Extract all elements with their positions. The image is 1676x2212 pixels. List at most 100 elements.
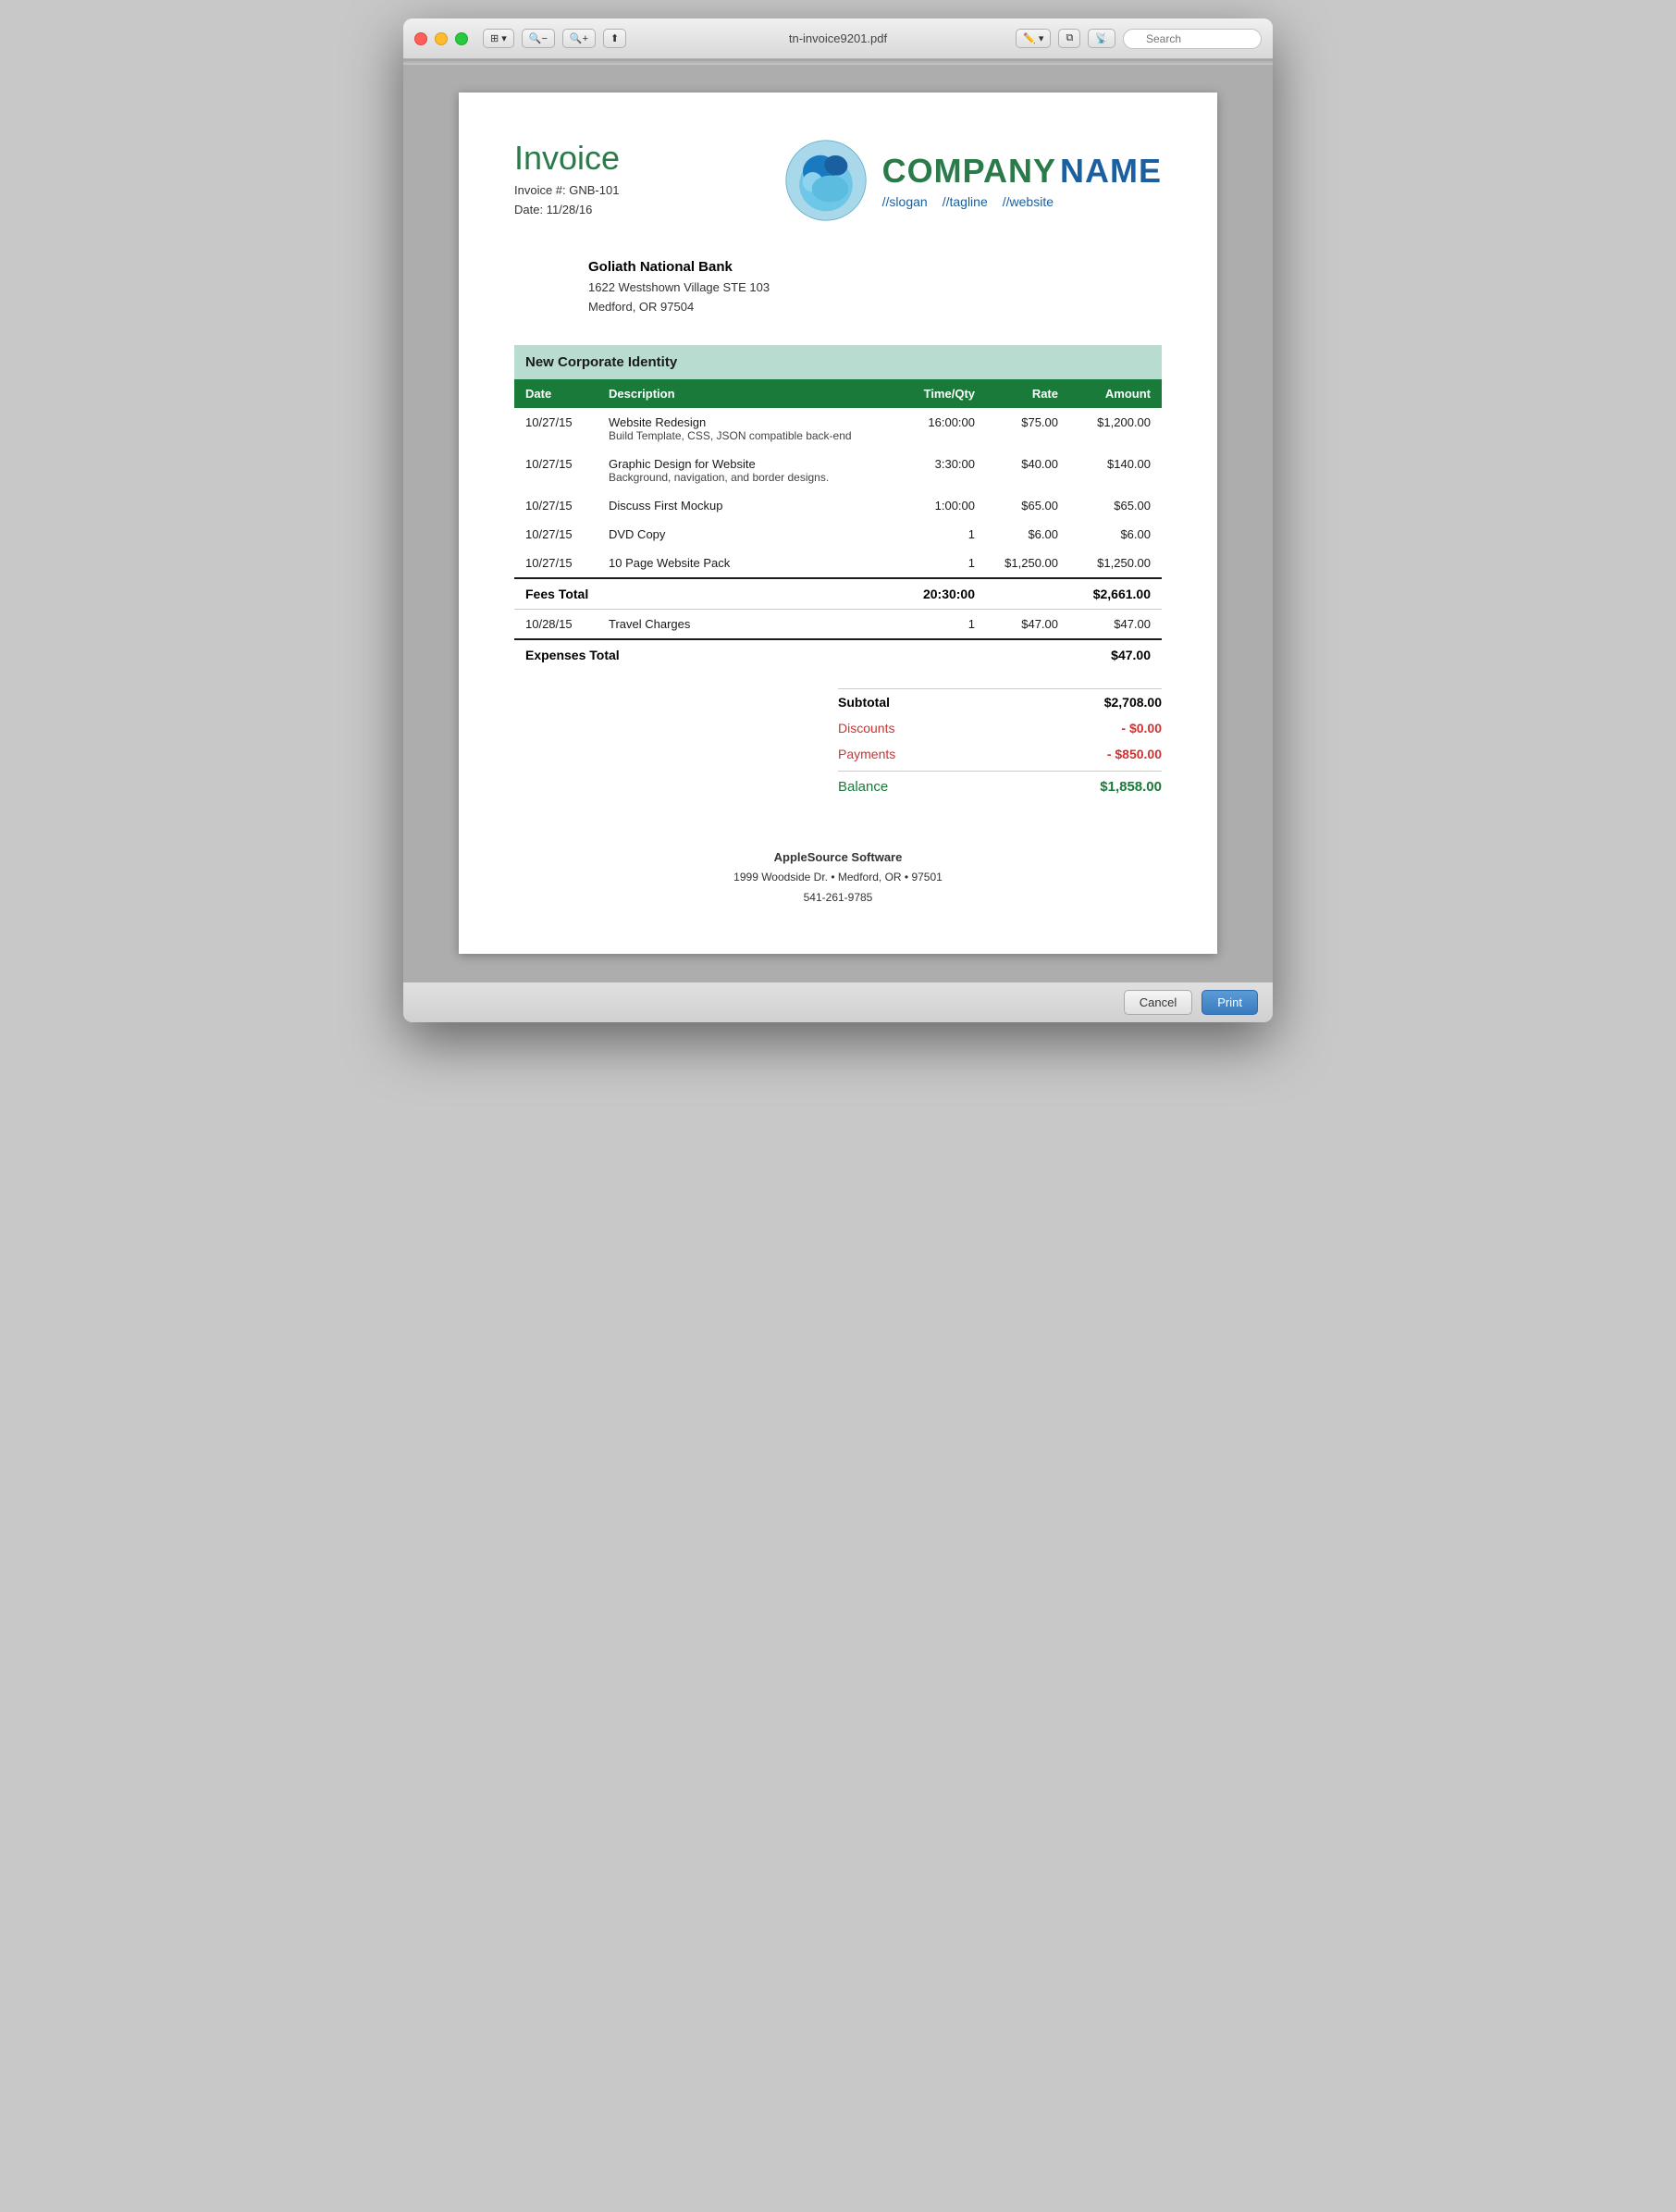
header-rate: Rate [986,379,1069,408]
row2-date: 10/27/15 [514,450,598,491]
balance-value: $1,858.00 [1100,779,1162,795]
pdf-content: Invoice Invoice #: GNB-101 Date: 11/28/1… [403,65,1273,982]
company-word2: NAME [1060,152,1162,191]
row3-rate: $65.00 [986,491,1069,520]
share-button[interactable]: ⬆ [603,29,626,48]
table-row: 10/27/15 Website Redesign Build Template… [514,408,1162,450]
row4-rate: $6.00 [986,520,1069,549]
maximize-button[interactable] [455,32,468,45]
section-header-label: New Corporate Identity [514,345,1162,379]
exp-row1-date: 10/28/15 [514,609,598,639]
table-row: 10/27/15 DVD Copy 1 $6.00 $6.00 [514,520,1162,549]
fees-total-rate-blank [986,578,1069,610]
cancel-button[interactable]: Cancel [1124,990,1192,1015]
subtotal-row: Subtotal $2,708.00 [838,688,1162,715]
row3-desc: Discuss First Mockup [598,491,893,520]
row3-date: 10/27/15 [514,491,598,520]
zoom-in-icon: 🔍+ [570,32,588,44]
zoom-out-icon: 🔍− [529,32,548,44]
bill-to-address2: Medford, OR 97504 [588,298,1162,317]
invoice-table: New Corporate Identity Date Description … [514,345,1162,670]
table-row: 10/27/15 10 Page Website Pack 1 $1,250.0… [514,549,1162,578]
section-header-row: New Corporate Identity [514,345,1162,379]
company-text-block: COMPANY NAME //slogan //tagline //websit… [882,152,1162,209]
window-title-text: tn-invoice9201.pdf [789,31,887,45]
payment-label: Payments [838,747,895,761]
row3-time: 1:00:00 [893,491,986,520]
toolbar-right: ✏️▾ ⧉ 📡 🔍 [1016,29,1262,49]
zoom-in-button[interactable]: 🔍+ [562,29,596,48]
row1-rate: $75.00 [986,408,1069,450]
row5-amount: $1,250.00 [1069,549,1162,578]
row4-desc: DVD Copy [598,520,893,549]
subtotal-value: $2,708.00 [1104,695,1162,710]
toolbar-left: ⊞▾ 🔍− 🔍+ ⬆ [483,29,626,48]
header-date: Date [514,379,598,408]
row2-time: 3:30:00 [893,450,986,491]
company-logo-block: COMPANY NAME //slogan //tagline //websit… [784,139,1162,222]
row4-time: 1 [893,520,986,549]
fees-total-amount: $2,661.00 [1069,578,1162,610]
row5-desc: 10 Page Website Pack [598,549,893,578]
expenses-total-rate-blank [986,639,1069,670]
bill-to-address: 1622 Westshown Village STE 103 Medford, … [588,278,1162,317]
row1-amount: $1,200.00 [1069,408,1162,450]
row2-rate: $40.00 [986,450,1069,491]
fees-total-label: Fees Total [514,578,893,610]
footer-address: 1999 Woodside Dr. • Medford, OR • 97501 [514,868,1162,888]
row5-date: 10/27/15 [514,549,598,578]
copy-button[interactable]: ⧉ [1058,29,1080,48]
fees-total-time: 20:30:00 [893,578,986,610]
balance-row: Balance $1,858.00 [838,771,1162,800]
row2-desc: Graphic Design for Website Background, n… [598,450,893,491]
traffic-lights [414,32,468,45]
window-title: tn-invoice9201.pdf [789,31,887,45]
header-amount: Amount [1069,379,1162,408]
subtotal-label: Subtotal [838,695,890,710]
sidebar-toggle-button[interactable]: ⊞▾ [483,29,514,48]
invoice-meta: Invoice #: GNB-101 Date: 11/28/16 [514,181,620,220]
fees-total-row: Fees Total 20:30:00 $2,661.00 [514,578,1162,610]
invoice-header: Invoice Invoice #: GNB-101 Date: 11/28/1… [514,139,1162,222]
close-button[interactable] [414,32,427,45]
search-input[interactable] [1123,29,1262,49]
exp-row1-rate: $47.00 [986,609,1069,639]
slogan2: //tagline [943,194,988,209]
zoom-out-button[interactable]: 🔍− [522,29,555,48]
slogan1: //slogan [882,194,928,209]
row1-desc: Website Redesign Build Template, CSS, JS… [598,408,893,450]
company-word1: COMPANY [882,152,1056,191]
table-row: 10/27/15 Discuss First Mockup 1:00:00 $6… [514,491,1162,520]
airdrop-button[interactable]: 📡 [1088,29,1115,48]
footer-phone: 541-261-9785 [514,888,1162,908]
payment-value: - $850.00 [1107,747,1162,761]
row4-date: 10/27/15 [514,520,598,549]
row1-date: 10/27/15 [514,408,598,450]
row5-rate: $1,250.00 [986,549,1069,578]
sidebar-icon: ⊞ [490,32,499,44]
expenses-total-time-blank [893,639,986,670]
minimize-button[interactable] [435,32,448,45]
print-button[interactable]: Print [1202,990,1258,1015]
expenses-total-row: Expenses Total $47.00 [514,639,1162,670]
search-wrapper: 🔍 [1123,29,1262,49]
header-description: Description [598,379,893,408]
footer-company: AppleSource Software [514,846,1162,868]
airdrop-icon: 📡 [1095,32,1108,44]
company-name-line: COMPANY NAME [882,152,1162,191]
discount-value: - $0.00 [1121,721,1162,735]
invoice-title-block: Invoice Invoice #: GNB-101 Date: 11/28/1… [514,139,620,220]
row2-amount: $140.00 [1069,450,1162,491]
summary-section: Subtotal $2,708.00 Discounts - $0.00 Pay… [514,688,1162,800]
table-row: 10/27/15 Graphic Design for Website Back… [514,450,1162,491]
annotate-button[interactable]: ✏️▾ [1016,29,1051,48]
mac-window: ⊞▾ 🔍− 🔍+ ⬆ tn-invoice9201.pdf ✏️▾ ⧉ 📡 [403,19,1273,1022]
summary-table: Subtotal $2,708.00 Discounts - $0.00 Pay… [838,688,1162,800]
invoice-title: Invoice [514,139,620,178]
slogan3: //website [1003,194,1054,209]
balance-label: Balance [838,779,888,795]
discount-label: Discounts [838,721,894,735]
row3-amount: $65.00 [1069,491,1162,520]
share-icon: ⬆ [610,32,619,44]
bottom-bar: Cancel Print [403,982,1273,1022]
